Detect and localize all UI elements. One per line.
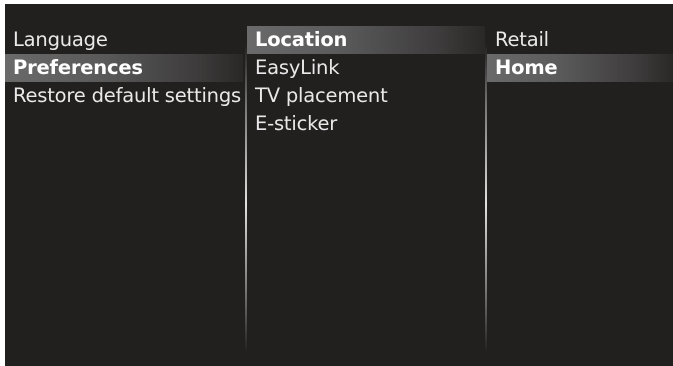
option-home[interactable]: Home bbox=[487, 54, 673, 82]
submenu-item-easylink[interactable]: EasyLink bbox=[247, 54, 485, 82]
menu-item-preferences[interactable]: Preferences bbox=[5, 54, 243, 82]
location-options-column: Retail Home bbox=[487, 4, 673, 366]
submenu-item-tv-placement[interactable]: TV placement bbox=[247, 82, 485, 110]
submenu-item-e-sticker[interactable]: E-sticker bbox=[247, 110, 485, 138]
preferences-submenu-column: Location EasyLink TV placement E-sticker bbox=[247, 4, 485, 366]
submenu-item-location[interactable]: Location bbox=[247, 26, 485, 54]
menu-item-restore-default-settings[interactable]: Restore default settings bbox=[5, 82, 243, 110]
option-retail[interactable]: Retail bbox=[487, 26, 673, 54]
menu-item-language[interactable]: Language bbox=[5, 26, 243, 54]
settings-menu-column: Language Preferences Restore default set… bbox=[5, 4, 243, 366]
tv-settings-screen: Language Preferences Restore default set… bbox=[5, 4, 673, 366]
